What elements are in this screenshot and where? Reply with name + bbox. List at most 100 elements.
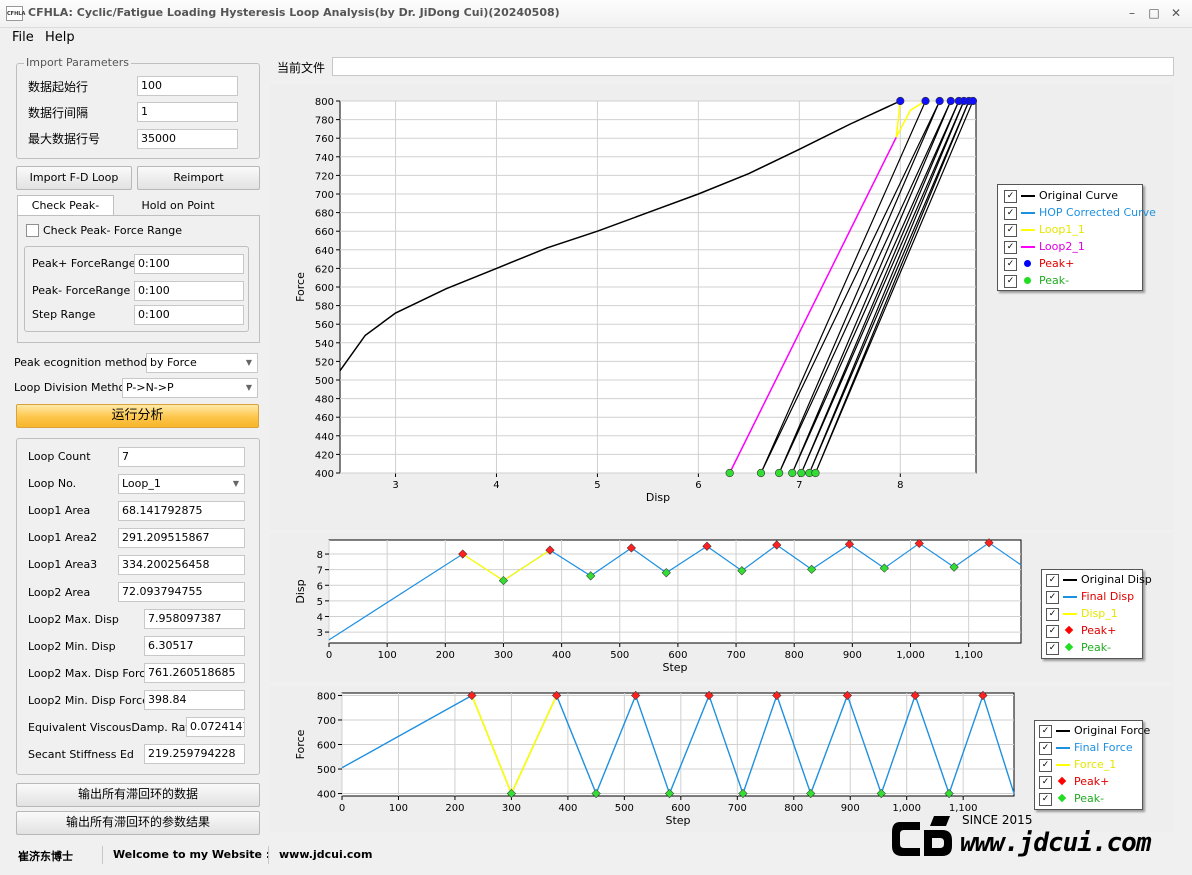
max-rows-input[interactable]: 35000: [137, 129, 238, 149]
y-tick-label: 720: [315, 171, 334, 182]
status-separator: [268, 846, 269, 864]
x-tick-label: 900: [843, 650, 862, 661]
loop2-min-disp-label: Loop2 Min. Disp: [28, 640, 116, 653]
peak-minus-marker: [725, 468, 734, 478]
loop1-area2-label: Loop1 Area2: [28, 531, 98, 544]
menu-file[interactable]: File: [12, 30, 34, 45]
x-tick-label: 600: [671, 803, 690, 814]
y-tick-label: 8: [317, 550, 323, 561]
damping-ratio-field[interactable]: 0.07241476: [186, 717, 245, 737]
peak-minus-marker: [811, 468, 820, 478]
y-axis-label: Force: [294, 272, 307, 302]
window-title: CFHLA: Cyclic/Fatigue Loading Hysteresis…: [28, 6, 560, 19]
loop2-min-force-label: Loop2 Min. Disp Force: [28, 694, 149, 707]
peak-minus-range-input[interactable]: 0:100: [134, 281, 244, 301]
status-website-link[interactable]: www.jdcui.com: [279, 848, 372, 861]
y-tick-label: 3: [317, 628, 323, 639]
y-tick-label: 7: [317, 566, 323, 577]
x-tick-label: 400: [552, 650, 571, 661]
x-tick-label: 7: [796, 480, 802, 491]
loop-no-select[interactable]: Loop_1 ▼: [118, 474, 245, 494]
row-interval-input[interactable]: 1: [137, 102, 238, 122]
check-peak-range-checkbox[interactable]: [26, 224, 39, 237]
loop-division-select[interactable]: P->N->P ▼: [122, 378, 258, 398]
menu-help[interactable]: Help: [45, 30, 75, 45]
row-interval-label: 数据行间隔: [28, 106, 89, 120]
peak-minus-marker: [756, 468, 766, 478]
loop-division-value: P->N->P: [126, 381, 174, 394]
app-icon: CFHLA: [6, 6, 25, 21]
x-tick-label: 800: [785, 650, 804, 661]
chevron-down-icon: ▼: [245, 358, 252, 367]
peak-minus-marker: [788, 468, 797, 478]
x-tick-label: 200: [436, 650, 455, 661]
step-range-input[interactable]: 0:100: [134, 305, 244, 325]
start-row-input[interactable]: 100: [137, 76, 238, 96]
loop2-min-force-field[interactable]: 398.84: [144, 690, 245, 710]
x-tick-label: 300: [494, 650, 513, 661]
y-tick-label: 700: [315, 190, 334, 201]
y-tick-label: 600: [315, 283, 334, 294]
current-file-input[interactable]: [332, 57, 1174, 76]
loop2-max-disp-label: Loop2 Max. Disp: [28, 613, 119, 626]
loop2-area-field[interactable]: 72.093794755: [118, 582, 245, 602]
y-axis-label: Disp: [294, 579, 307, 603]
y-tick-label: 560: [315, 320, 334, 331]
loop1-area3-field[interactable]: 334.200256458: [118, 555, 245, 575]
peak-plus-range-input[interactable]: 0:100: [134, 254, 244, 274]
x-axis-label: Step: [662, 661, 687, 674]
run-analysis-button[interactable]: 运行分析: [16, 404, 259, 428]
maximize-button[interactable]: □: [1143, 3, 1165, 23]
close-button[interactable]: ✕: [1165, 3, 1187, 23]
peak-minus-marker: [797, 468, 806, 478]
peak-plus-marker: [935, 96, 944, 106]
max-rows-label: 最大数据行号: [28, 132, 101, 146]
loop1-area2-field[interactable]: 291.209515867: [118, 528, 245, 548]
x-tick-label: 200: [445, 803, 464, 814]
hysteresis-legend: ✓ Original Curve ✓ HOP Corrected Curve ✓ Lo…: [997, 184, 1156, 291]
check-peak-range-label: Check Peak- Force Range: [43, 224, 183, 237]
x-tick-label: 600: [668, 650, 687, 661]
y-tick-label: 6: [317, 581, 323, 592]
x-tick-label: 100: [378, 650, 397, 661]
minimize-button[interactable]: –: [1121, 3, 1143, 23]
tab-hold-on-point[interactable]: Hold on Point Correction: [116, 196, 240, 231]
peak-method-value: by Force: [150, 356, 197, 369]
x-tick-label: 6: [695, 480, 701, 491]
export-params-button[interactable]: 输出所有滞回环的参数结果: [16, 811, 260, 835]
y-tick-label: 640: [315, 246, 334, 257]
x-tick-label: 100: [389, 803, 408, 814]
y-tick-label: 480: [315, 395, 334, 406]
import-button[interactable]: Import F-D Loop: [16, 166, 132, 190]
export-data-button[interactable]: 输出所有滞回环的数据: [16, 783, 260, 807]
x-tick-label: 500: [610, 650, 629, 661]
start-row-label: 数据起始行: [28, 80, 89, 94]
disp-step-chart[interactable]: 0 100 200 300 400 500 600 700 800 900 1,000 1,100 3 4…: [270, 533, 1174, 682]
x-axis-label: Disp: [646, 491, 670, 504]
loop2-area-label: Loop2 Area: [28, 586, 91, 599]
loop2-max-disp-field[interactable]: 7.958097387: [144, 609, 245, 629]
hysteresis-chart[interactable]: 3 4 5 6 7 8 400 420 440 460 480 500 520 540 560 580 600 6…: [270, 84, 1174, 530]
loop2-max-force-field[interactable]: 761.260518685: [144, 663, 245, 683]
chevron-down-icon: ▼: [245, 383, 252, 392]
tab-check-peak-force[interactable]: Check Peak-Force: [17, 195, 114, 231]
loop-no-label: Loop No.: [28, 477, 77, 490]
reimport-button[interactable]: Reimport: [137, 166, 260, 190]
loop1-area3-label: Loop1 Area3: [28, 558, 98, 571]
y-tick-label: 4: [317, 612, 323, 623]
loop-count-field[interactable]: 7: [118, 447, 245, 467]
y-tick-label: 440: [315, 432, 334, 443]
peak-method-select[interactable]: by Force ▼: [146, 353, 258, 373]
y-tick-label: 420: [315, 450, 334, 461]
y-tick-label: 660: [315, 227, 334, 238]
x-tick-label: 900: [841, 803, 860, 814]
peak-method-label: Peak ecognition methods: [14, 356, 153, 369]
peak-plus-marker: [921, 96, 930, 106]
loop2-min-disp-field[interactable]: 6.30517: [144, 636, 245, 656]
x-tick-label: 5: [594, 480, 600, 491]
y-tick-label: 700: [317, 716, 336, 727]
loop1-area-field[interactable]: 68.141792875: [118, 501, 245, 521]
secant-stiffness-field[interactable]: 219.259794228: [144, 744, 245, 764]
y-tick-label: 5: [317, 597, 323, 608]
step-range-label: Step Range: [32, 308, 96, 321]
